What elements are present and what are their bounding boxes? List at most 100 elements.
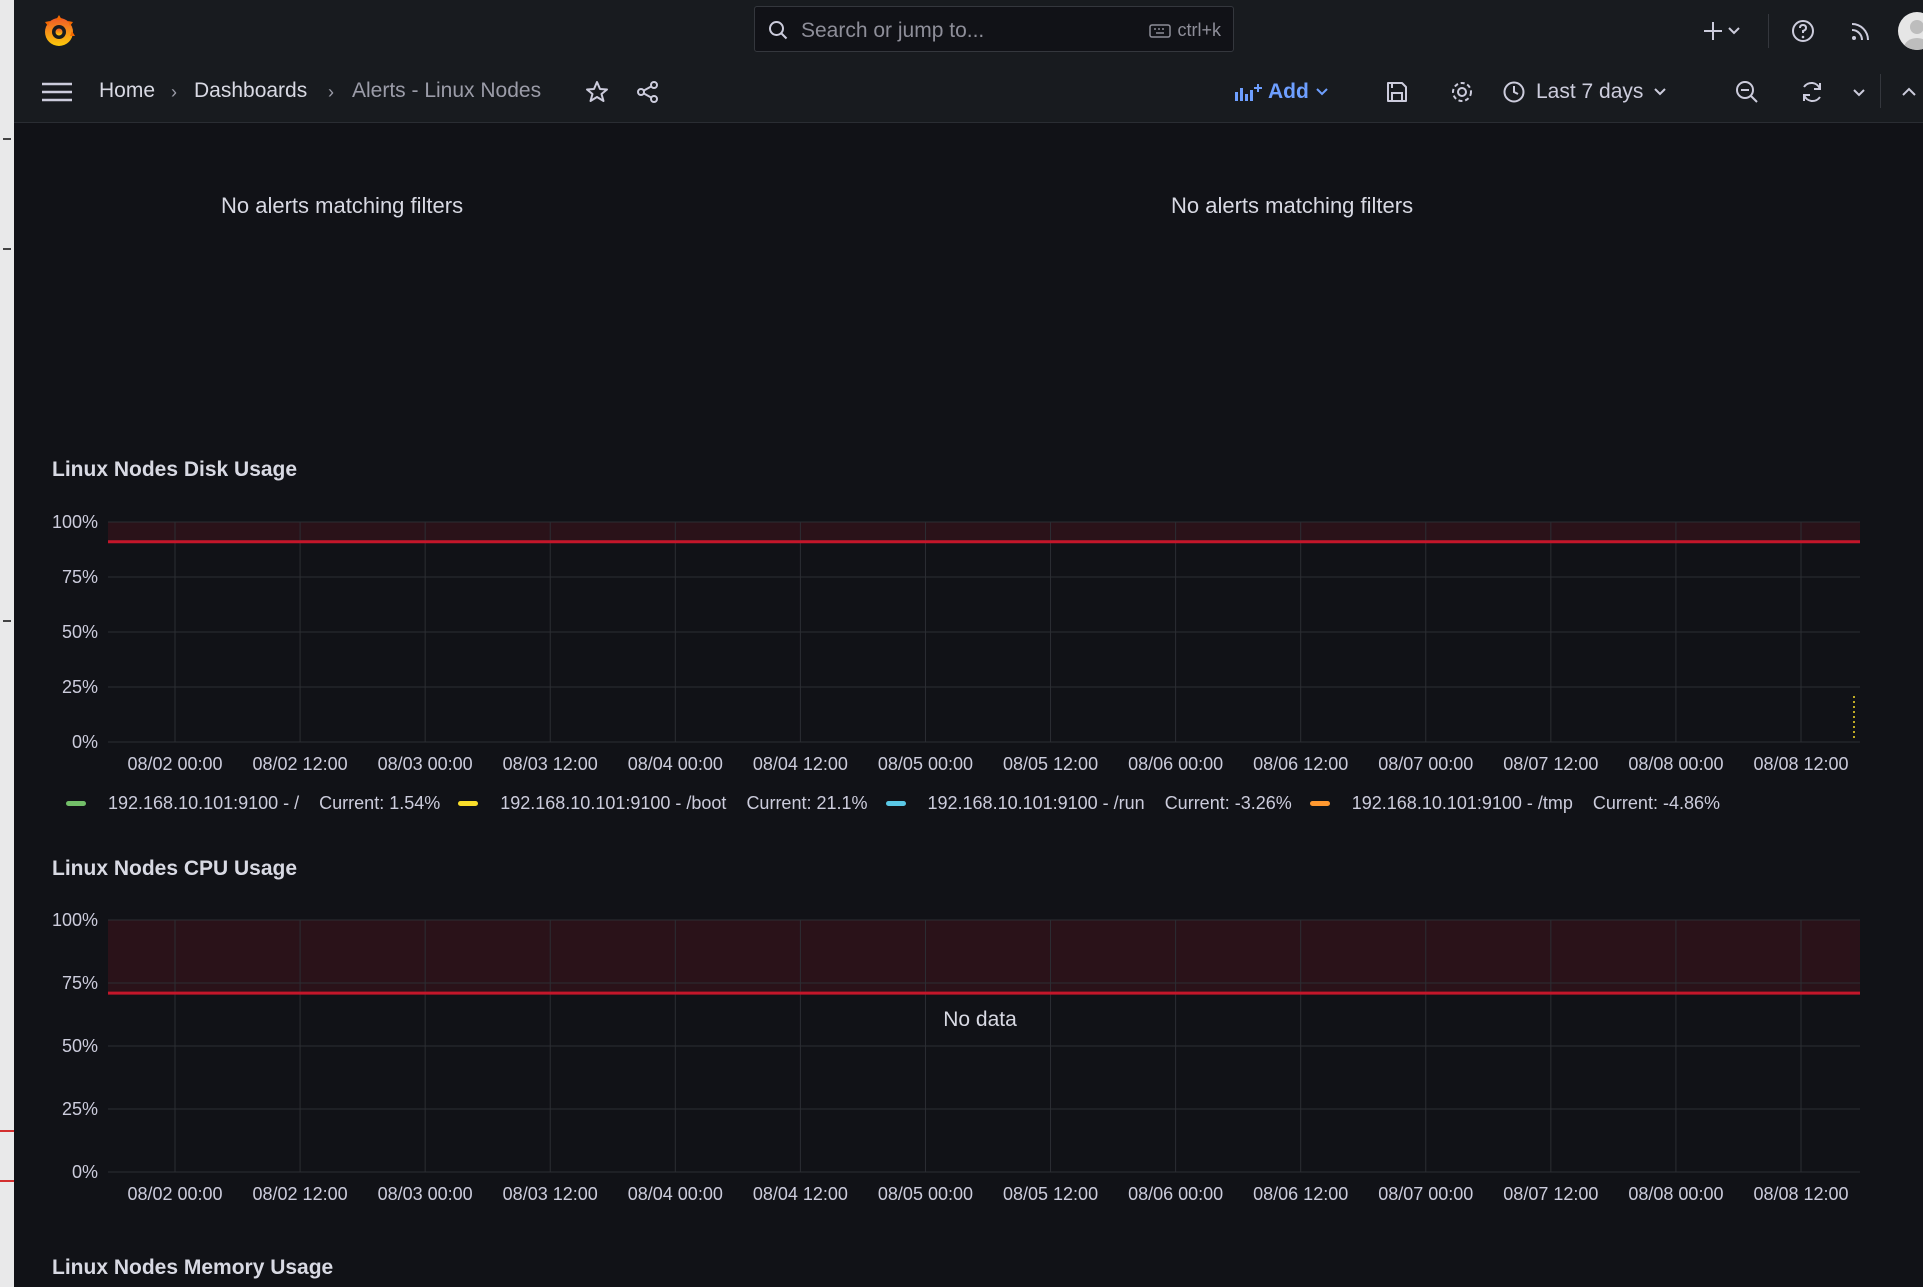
legend-series-name: 192.168.10.101:9100 - /boot xyxy=(500,792,727,813)
news-feed-icon[interactable] xyxy=(1848,18,1874,44)
x-tick-label: 08/08 00:00 xyxy=(1628,1184,1723,1204)
chevron-up-icon[interactable] xyxy=(1899,79,1919,105)
alert-list-empty-message: No alerts matching filters xyxy=(221,193,464,218)
x-tick-label: 08/06 00:00 xyxy=(1128,754,1223,774)
time-range-label: Last 7 days xyxy=(1536,80,1644,103)
x-tick-label: 08/04 00:00 xyxy=(628,1184,723,1204)
y-tick-label: 100% xyxy=(52,512,98,532)
user-icon xyxy=(1904,20,1923,50)
y-tick-label: 50% xyxy=(62,1036,98,1056)
x-tick-label: 08/05 12:00 xyxy=(1003,1184,1098,1204)
disk-usage-chart[interactable]: 100% 75% 50% 25% 0% 08/02 00:00 08/02 12:00 08/… xyxy=(14,500,1923,790)
dashboard-nav-bar: Home › Dashboards › Alerts - Linux Nodes xyxy=(14,62,1923,123)
y-tick-label: 75% xyxy=(62,973,98,993)
y-tick-label: 0% xyxy=(72,1162,98,1182)
x-tick-label: 08/07 12:00 xyxy=(1503,1184,1598,1204)
x-tick-label: 08/05 00:00 xyxy=(878,1184,973,1204)
refresh-icon[interactable] xyxy=(1799,79,1825,105)
search-placeholder: Search or jump to... xyxy=(801,19,985,42)
y-tick-label: 100% xyxy=(52,910,98,930)
toolbar-divider xyxy=(1768,14,1769,48)
disk-chart-legend: 192.168.10.101:9100 - / Current: 1.54% 1… xyxy=(66,790,1738,816)
breadcrumb-current: Alerts - Linux Nodes xyxy=(352,79,542,102)
refresh-interval-chevron-icon[interactable] xyxy=(1850,79,1868,105)
toolbar-divider xyxy=(1880,74,1881,108)
search-icon xyxy=(769,21,788,40)
legend-current-value: Current: -4.86% xyxy=(1592,792,1720,813)
x-tick-label: 08/08 12:00 xyxy=(1753,754,1848,774)
legend-item[interactable]: 192.168.10.101:9100 - / Current: 1.54% xyxy=(66,793,440,814)
threshold-zone xyxy=(108,920,1860,994)
y-tick-label: 25% xyxy=(62,677,98,697)
breadcrumb-separator: › xyxy=(328,82,334,102)
keyboard-icon xyxy=(1149,23,1172,38)
breadcrumb-dashboards[interactable]: Dashboards xyxy=(194,79,307,103)
settings-gear-icon[interactable] xyxy=(1449,79,1475,105)
y-tick-label: 75% xyxy=(62,567,98,587)
menu-icon[interactable] xyxy=(42,82,72,102)
x-tick-label: 08/07 00:00 xyxy=(1378,754,1473,774)
breadcrumb-home[interactable]: Home xyxy=(99,79,155,103)
chevron-down-icon xyxy=(1316,88,1328,96)
legend-swatch xyxy=(458,800,479,806)
panel-title-memory[interactable]: Linux Nodes Memory Usage xyxy=(52,1256,333,1280)
x-tick-label: 08/06 12:00 xyxy=(1253,1184,1348,1204)
legend-series-name: 192.168.10.101:9100 - /run xyxy=(927,792,1145,813)
x-tick-label: 08/02 00:00 xyxy=(127,754,222,774)
legend-swatch xyxy=(885,800,906,806)
threshold-zone xyxy=(108,522,1860,542)
add-button[interactable]: Add xyxy=(1234,78,1329,106)
x-tick-label: 08/07 12:00 xyxy=(1503,754,1598,774)
x-tick-label: 08/04 12:00 xyxy=(753,754,848,774)
x-tick-label: 08/08 12:00 xyxy=(1753,1184,1848,1204)
x-tick-label: 08/02 00:00 xyxy=(127,1184,222,1204)
alert-list-empty-message: No alerts matching filters xyxy=(1171,193,1414,218)
legend-current-value: Current: 21.1% xyxy=(746,792,868,813)
help-icon[interactable] xyxy=(1790,18,1816,44)
search-shortcut: ctrl+k xyxy=(1149,20,1221,41)
legend-current-value: Current: -3.26% xyxy=(1164,792,1292,813)
breadcrumb-separator: › xyxy=(171,82,177,102)
legend-swatch xyxy=(66,800,86,806)
x-tick-label: 08/03 12:00 xyxy=(503,754,598,774)
zoom-out-icon[interactable] xyxy=(1734,79,1760,105)
x-tick-label: 08/06 12:00 xyxy=(1253,754,1348,774)
x-tick-label: 08/05 12:00 xyxy=(1003,754,1098,774)
star-icon[interactable] xyxy=(584,79,610,105)
share-icon[interactable] xyxy=(635,79,661,105)
legend-item[interactable]: 192.168.10.101:9100 - /boot Current: 21.… xyxy=(458,792,868,814)
no-data-label: No data xyxy=(943,1008,1017,1031)
grafana-logo-icon[interactable] xyxy=(40,12,78,50)
x-tick-label: 08/04 00:00 xyxy=(628,754,723,774)
x-tick-label: 08/02 12:00 xyxy=(253,754,348,774)
legend-current-value: Current: 1.54% xyxy=(319,792,441,813)
add-button-label: Add xyxy=(1268,80,1309,103)
chevron-down-icon[interactable] xyxy=(1726,18,1742,44)
legend-series-name: 192.168.10.101:9100 - /tmp xyxy=(1351,792,1573,813)
chevron-down-icon xyxy=(1654,88,1667,96)
user-avatar[interactable] xyxy=(1898,12,1923,50)
search-shortcut-label: ctrl+k xyxy=(1177,20,1221,40)
y-tick-label: 25% xyxy=(62,1099,98,1119)
top-bar: Search or jump to... ctrl+k xyxy=(14,0,1923,63)
background-window-edge xyxy=(0,0,15,1287)
panel-title-disk[interactable]: Linux Nodes Disk Usage xyxy=(52,458,297,482)
save-icon[interactable] xyxy=(1384,79,1410,105)
search-bar[interactable]: Search or jump to... ctrl+k xyxy=(754,6,1234,52)
x-tick-label: 08/04 12:00 xyxy=(753,1184,848,1204)
x-tick-label: 08/08 00:00 xyxy=(1628,754,1723,774)
legend-item[interactable]: 192.168.10.101:9100 - /run Current: -3.2… xyxy=(885,792,1292,814)
x-tick-label: 08/06 00:00 xyxy=(1128,1184,1223,1204)
new-plus-icon[interactable] xyxy=(1700,18,1726,44)
legend-series-name: 192.168.10.101:9100 - / xyxy=(108,792,300,813)
add-panel-icon xyxy=(1235,84,1262,101)
x-tick-label: 08/03 12:00 xyxy=(503,1184,598,1204)
cpu-usage-chart[interactable]: 100% 75% 50% 25% 0% 08/02 00:00 08/02 12:00 08/… xyxy=(14,900,1923,1220)
panel-title-cpu[interactable]: Linux Nodes CPU Usage xyxy=(52,857,297,881)
time-range-picker[interactable]: Last 7 days xyxy=(1502,78,1667,106)
y-tick-label: 50% xyxy=(62,622,98,642)
x-tick-label: 08/03 00:00 xyxy=(378,754,473,774)
legend-swatch xyxy=(1309,800,1330,806)
x-tick-label: 08/03 00:00 xyxy=(378,1184,473,1204)
legend-item[interactable]: 192.168.10.101:9100 - /tmp Current: -4.8… xyxy=(1309,792,1720,814)
